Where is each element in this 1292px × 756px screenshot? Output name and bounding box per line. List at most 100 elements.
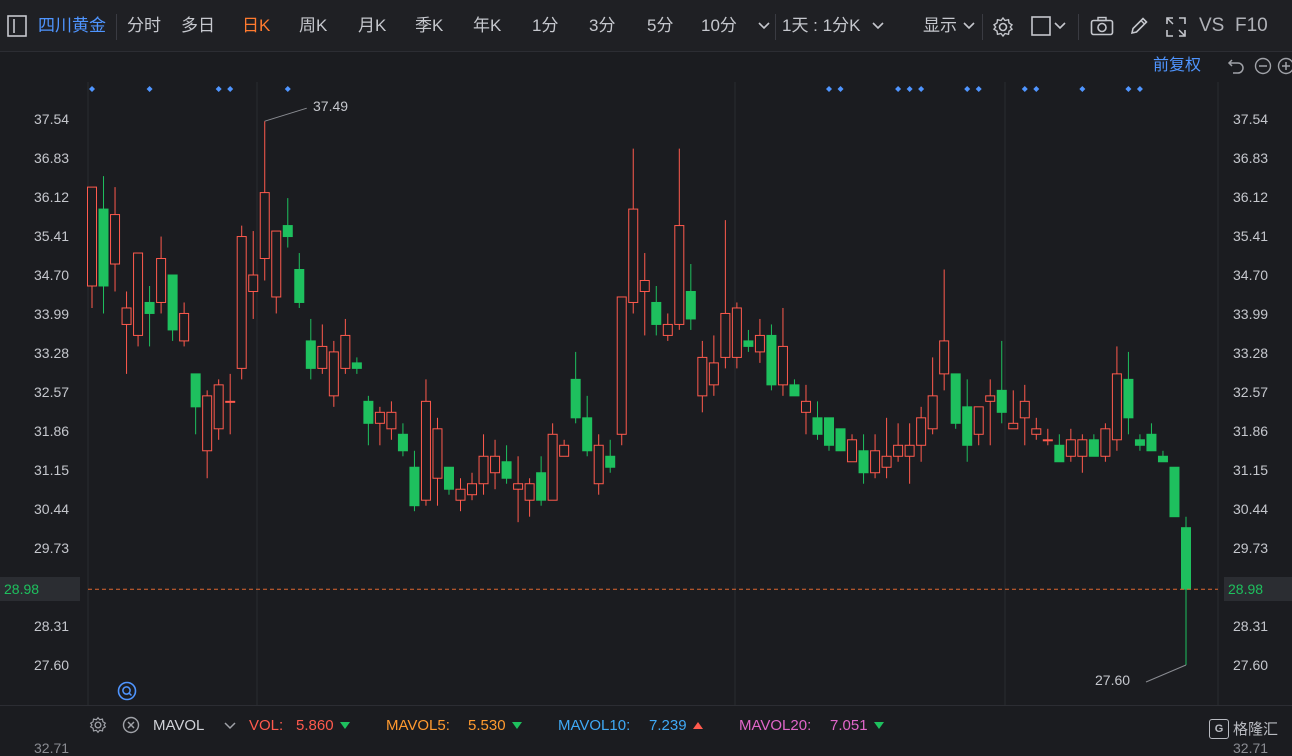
candle-body xyxy=(249,275,258,291)
candle-body xyxy=(180,313,189,340)
candle-body xyxy=(848,440,857,462)
y-tick-right: 36.83 xyxy=(1233,150,1268,166)
mavol5-value: 5.530 xyxy=(468,716,506,736)
candle-body xyxy=(1170,467,1179,516)
candle-body xyxy=(226,401,235,402)
candle-body xyxy=(813,418,822,434)
candle-body xyxy=(663,324,672,335)
candle-body xyxy=(260,193,269,259)
candle-body xyxy=(940,341,949,374)
candle-body xyxy=(871,451,880,473)
watermark-text: 格隆汇 xyxy=(1233,718,1278,739)
candle-body xyxy=(1147,434,1156,450)
arrow-down-icon xyxy=(340,721,350,731)
candle-body xyxy=(1055,445,1064,461)
y-tick-left: 30.44 xyxy=(34,501,69,517)
candle-body xyxy=(491,456,500,472)
y-tick-right: 36.12 xyxy=(1233,189,1268,205)
candle-body xyxy=(1020,401,1029,417)
candle-body xyxy=(686,291,695,318)
candle-body xyxy=(1078,440,1087,456)
candle-body xyxy=(882,456,891,467)
candle-body xyxy=(951,374,960,423)
y-tick-right: 33.99 xyxy=(1233,306,1268,322)
y-tick-left: 29.73 xyxy=(34,540,69,556)
logo-icon: G xyxy=(1209,719,1229,739)
candle-body xyxy=(387,412,396,428)
y-tick-left: 27.60 xyxy=(34,657,69,673)
gear-icon[interactable] xyxy=(88,715,108,735)
low-price-label: 27.60 xyxy=(1095,672,1130,688)
candle-body xyxy=(767,335,776,384)
y-tick-right: 35.41 xyxy=(1233,228,1268,244)
candle-body xyxy=(329,352,338,396)
chevron-down-icon[interactable] xyxy=(223,719,237,733)
candle-body xyxy=(514,484,523,489)
search-icon[interactable] xyxy=(117,681,137,701)
candle-body xyxy=(698,357,707,395)
mavol5-label: MAVOL5: xyxy=(386,716,450,736)
candle-body xyxy=(1182,528,1191,590)
indicator-select[interactable]: MAVOL xyxy=(153,716,204,736)
candle-body xyxy=(997,390,1006,412)
close-icon[interactable] xyxy=(121,715,141,735)
candle-body xyxy=(525,484,534,500)
y-tick-right: 37.54 xyxy=(1233,111,1268,127)
arrow-up-icon xyxy=(693,721,703,731)
candle-body xyxy=(283,226,292,237)
candle-body xyxy=(836,429,845,451)
candle-body xyxy=(617,297,626,434)
candle-body xyxy=(410,467,419,505)
candle-body xyxy=(99,209,108,286)
current-price-tag-right: 28.98 xyxy=(1224,577,1292,601)
candle-body xyxy=(1112,374,1121,440)
candle-body xyxy=(594,445,603,483)
candle-body xyxy=(1009,423,1018,428)
candle-body xyxy=(905,445,914,456)
candle-body xyxy=(606,456,615,467)
candle-body xyxy=(1124,379,1133,417)
y-tick-left: 33.28 xyxy=(34,345,69,361)
current-price-tag-left: 28.98 xyxy=(0,577,80,601)
candle-body xyxy=(825,418,834,445)
candle-body xyxy=(709,363,718,385)
y-tick-left: 33.99 xyxy=(34,306,69,322)
candle-body xyxy=(352,363,361,368)
candlestick-chart[interactable] xyxy=(0,0,1292,705)
candle-body xyxy=(1066,440,1075,456)
candle-body xyxy=(1032,429,1041,434)
candle-body xyxy=(974,407,983,434)
candle-body xyxy=(145,302,154,313)
candle-body xyxy=(963,407,972,445)
candle-body xyxy=(548,434,557,500)
candle-body xyxy=(122,308,131,324)
y-tick-left: 36.12 xyxy=(34,189,69,205)
candle-body xyxy=(583,418,592,451)
mavol10-label: MAVOL10: xyxy=(558,716,630,736)
candle-body xyxy=(571,379,580,417)
candle-body xyxy=(928,396,937,429)
candle-body xyxy=(479,456,488,483)
y-tick-right: 28.31 xyxy=(1233,618,1268,634)
candle-body xyxy=(790,385,799,396)
candle-body xyxy=(1101,429,1110,456)
y-tick-right: 29.73 xyxy=(1233,540,1268,556)
candle-body xyxy=(191,374,200,407)
candle-body xyxy=(421,401,430,500)
y-tick-left: 35.41 xyxy=(34,228,69,244)
y-tick-right: 33.28 xyxy=(1233,345,1268,361)
candle-body xyxy=(640,280,649,291)
candle-body xyxy=(237,237,246,369)
candle-body xyxy=(859,451,868,473)
candle-body xyxy=(732,308,741,357)
candle-body xyxy=(375,412,384,423)
candle-body xyxy=(214,385,223,429)
y-tick-left: 31.15 xyxy=(34,462,69,478)
candle-body xyxy=(157,259,166,303)
candle-body xyxy=(917,418,926,445)
candle-body xyxy=(168,275,177,330)
y-tick-left: 32.57 xyxy=(34,384,69,400)
y-tick-right: 31.86 xyxy=(1233,423,1268,439)
candle-body xyxy=(364,401,373,423)
candle-body xyxy=(1158,456,1167,461)
